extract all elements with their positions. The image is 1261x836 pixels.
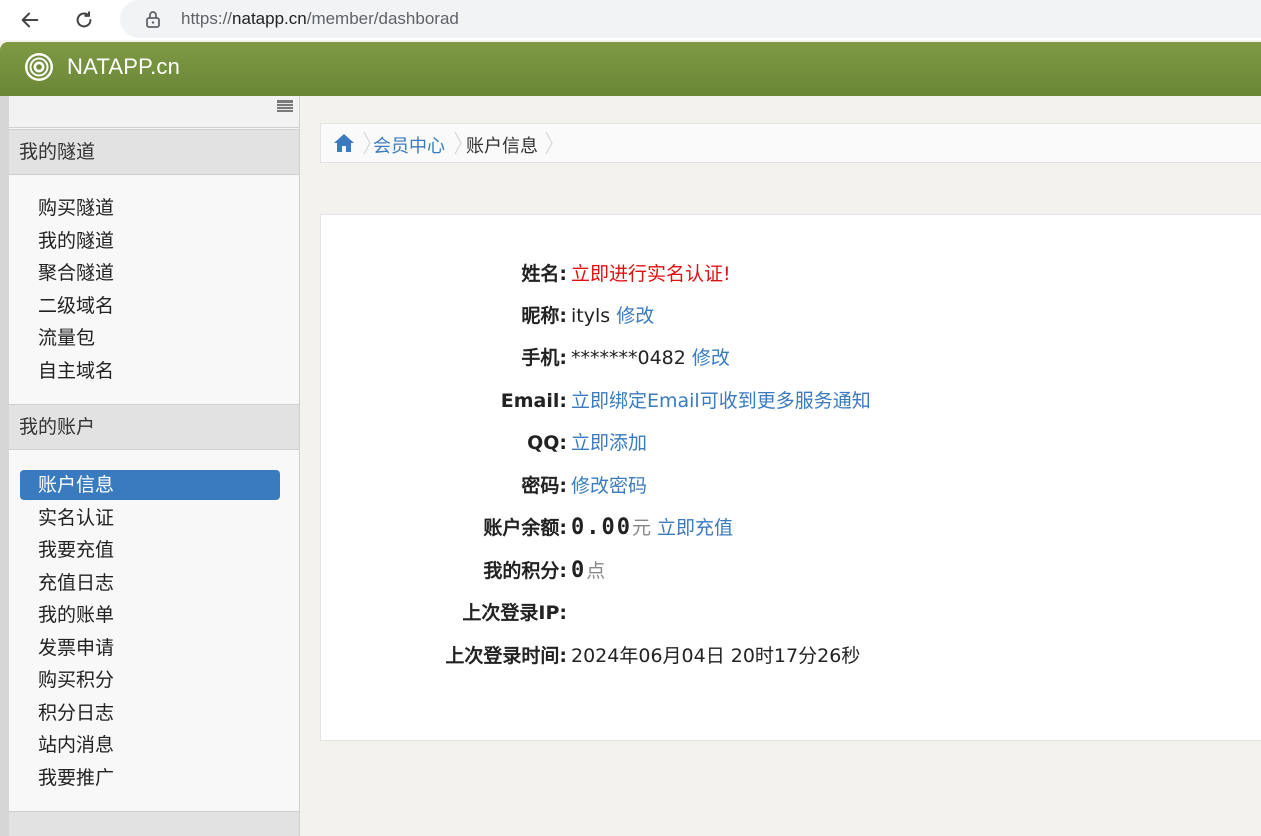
row-qq: QQ: 立即添加: [321, 427, 1261, 459]
password-label: 密码:: [521, 475, 567, 497]
phone-label: 手机:: [521, 347, 567, 369]
email-label: Email:: [500, 390, 567, 412]
balance-label: 账户余额:: [483, 517, 567, 539]
sidebar-item-points-log[interactable]: 积分日志: [20, 698, 280, 728]
url-host: natapp.cn: [232, 9, 307, 28]
nickname-value-group: ityls 修改: [571, 300, 654, 332]
points-value: 0: [571, 558, 587, 583]
sidebar-item-my-tunnels[interactable]: 我的隧道: [20, 226, 280, 256]
sidebar: 我的隧道 购买隧道 我的隧道 聚合隧道 二级域名 流量包 自主域名 我的账户 账…: [0, 96, 300, 836]
edit-phone-link[interactable]: 修改: [692, 347, 730, 369]
home-icon[interactable]: [333, 133, 355, 153]
main-content: 会员中心 账户信息 姓名: 立即进行实名认证! 昵称: ityls 修改 手机:…: [301, 96, 1261, 836]
balance-value: 0.00: [571, 515, 632, 540]
add-qq-link[interactable]: 立即添加: [571, 427, 647, 459]
sidebar-item-recharge[interactable]: 我要充值: [20, 535, 280, 565]
sidebar-collapse-bar: [9, 96, 299, 128]
last-login-time-value: 2024年06月04日 20时17分26秒: [571, 645, 861, 667]
row-last-ip: 上次登录IP:: [321, 597, 1261, 629]
sidebar-item-account-info[interactable]: 账户信息: [20, 470, 280, 500]
points-unit: 点: [586, 560, 606, 582]
row-name: 姓名: 立即进行实名认证!: [321, 258, 1261, 290]
sidebar-item-custom-domain[interactable]: 自主域名: [20, 356, 280, 386]
nickname-label: 昵称:: [521, 305, 567, 327]
account-info-panel: 姓名: 立即进行实名认证! 昵称: ityls 修改 手机: *******04…: [320, 214, 1261, 741]
lock-icon[interactable]: [143, 9, 163, 29]
sidebar-item-buy-points[interactable]: 购买积分: [20, 665, 280, 695]
points-label: 我的积分:: [483, 560, 567, 582]
url-text[interactable]: https://natapp.cn/member/dashborad: [181, 9, 459, 29]
points-value-group: 0点: [571, 555, 605, 587]
row-points: 我的积分: 0点: [321, 555, 1261, 587]
reload-icon: [76, 11, 92, 28]
balance-unit: 元: [631, 517, 651, 539]
change-password-link[interactable]: 修改密码: [571, 470, 647, 502]
sidebar-item-my-bills[interactable]: 我的账单: [20, 600, 280, 630]
sidebar-item-subdomain[interactable]: 二级域名: [20, 291, 280, 321]
browser-toolbar: https://natapp.cn/member/dashborad: [0, 0, 1261, 40]
balance-value-group: 0.00元 立即充值: [571, 512, 733, 544]
sidebar-item-buy-tunnel[interactable]: 购买隧道: [20, 193, 280, 223]
edit-nickname-link[interactable]: 修改: [616, 305, 654, 327]
back-arrow-icon: [21, 12, 39, 28]
row-last-time: 上次登录时间: 2024年06月04日 20时17分26秒: [321, 640, 1261, 672]
row-balance: 账户余额: 0.00元 立即充值: [321, 512, 1261, 544]
phone-value: *******0482: [571, 347, 686, 369]
breadcrumb-separator-icon: [454, 132, 462, 154]
verify-realname-link[interactable]: 立即进行实名认证!: [571, 258, 731, 290]
row-password: 密码: 修改密码: [321, 470, 1261, 502]
last-login-ip-label: 上次登录IP:: [462, 602, 567, 624]
sidebar-section-tunnels[interactable]: 我的隧道: [9, 129, 299, 175]
breadcrumb-member-center[interactable]: 会员中心: [373, 132, 445, 158]
sidebar-item-recharge-log[interactable]: 充值日志: [20, 568, 280, 598]
sidebar-item-messages[interactable]: 站内消息: [20, 730, 280, 760]
sidebar-item-invoice[interactable]: 发票申请: [20, 633, 280, 663]
sidebar-strip: [0, 96, 9, 836]
row-phone: 手机: *******0482 修改: [321, 342, 1261, 374]
sidebar-item-real-name[interactable]: 实名认证: [20, 503, 280, 533]
breadcrumb-separator-icon: [363, 132, 371, 154]
app-header: NATAPP.cn: [0, 42, 1261, 96]
url-scheme: https://: [181, 9, 233, 28]
breadcrumb: 会员中心 账户信息: [320, 123, 1261, 163]
row-nickname: 昵称: ityls 修改: [321, 300, 1261, 332]
nickname-value: ityls: [571, 305, 611, 327]
sidebar-item-aggregate-tunnel[interactable]: 聚合隧道: [20, 258, 280, 288]
recharge-link[interactable]: 立即充值: [657, 517, 733, 539]
breadcrumb-separator-icon: [545, 132, 553, 154]
breadcrumb-account-info: 账户信息: [466, 136, 538, 157]
sidebar-item-referral[interactable]: 我要推广: [20, 763, 280, 793]
back-button[interactable]: [14, 4, 46, 36]
natapp-logo-icon[interactable]: [24, 52, 54, 82]
bind-email-link[interactable]: 立即绑定Email可收到更多服务通知: [571, 385, 871, 417]
row-email: Email: 立即绑定Email可收到更多服务通知: [321, 385, 1261, 417]
phone-value-group: *******0482 修改: [571, 342, 730, 374]
url-path: /member/dashborad: [306, 9, 459, 28]
sidebar-collapse-icon[interactable]: [277, 100, 293, 112]
brand-name[interactable]: NATAPP.cn: [67, 54, 180, 80]
sidebar-item-traffic-pack[interactable]: 流量包: [20, 323, 280, 353]
sidebar-section-account[interactable]: 我的账户: [9, 404, 299, 450]
sidebar-footer: [9, 811, 299, 836]
reload-button[interactable]: [68, 4, 100, 36]
qq-label: QQ:: [527, 432, 567, 454]
name-label: 姓名:: [521, 263, 567, 285]
last-login-time-label: 上次登录时间:: [445, 645, 567, 667]
